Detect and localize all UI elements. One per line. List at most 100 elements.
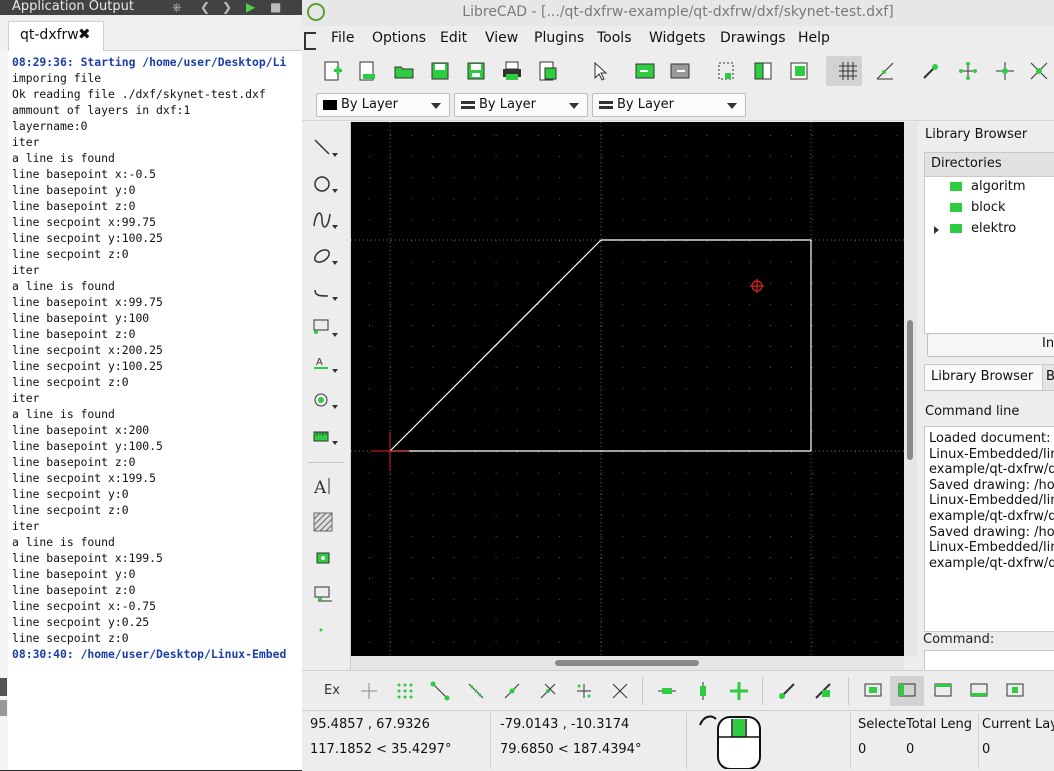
total-length: Total Leng 0	[906, 715, 972, 769]
restrict-horizontal-icon[interactable]	[656, 680, 678, 702]
print-icon[interactable]	[501, 60, 523, 82]
snap-middle-icon[interactable]	[537, 680, 559, 702]
snap-distance-icon[interactable]	[573, 680, 595, 702]
command-input[interactable]	[924, 650, 1054, 672]
dock-view-icon[interactable]	[862, 680, 884, 702]
snap-endpoint-icon[interactable]	[994, 60, 1016, 82]
point-tool-icon[interactable]	[312, 618, 338, 642]
tree-item-algoritm[interactable]: algoritm	[925, 177, 1054, 198]
new-from-template-icon[interactable]	[357, 60, 379, 82]
library-view-icon[interactable]	[968, 680, 990, 702]
output-line: line secpoint z:0	[12, 247, 129, 261]
insert-image-icon[interactable]	[312, 546, 338, 570]
select-pointer-icon[interactable]	[589, 60, 611, 82]
scrollbar-thumb[interactable]	[907, 320, 913, 460]
history-line: example/qt-dxfrw/d	[929, 462, 1054, 478]
collapse-marker[interactable]	[0, 678, 7, 696]
hatch-tool-icon[interactable]	[312, 510, 338, 534]
menu-help[interactable]: Help	[798, 30, 830, 46]
document-icon[interactable]	[304, 32, 316, 50]
paste-icon[interactable]	[788, 60, 810, 82]
menu-tools[interactable]: Tools	[597, 30, 632, 46]
insert-button[interactable]: In	[927, 333, 1054, 357]
menu-plugins[interactable]: Plugins	[534, 30, 584, 46]
menu-file[interactable]: File	[331, 30, 354, 46]
measure-tool-icon[interactable]	[312, 424, 338, 448]
select-tool-icon[interactable]	[312, 316, 338, 340]
expand-arrow-icon[interactable]	[934, 226, 939, 234]
lock-relative-zero-icon[interactable]	[812, 680, 834, 702]
attach-debugger-icon[interactable]: ⎈	[172, 0, 182, 15]
menu-drawings[interactable]: Drawings	[720, 30, 786, 46]
output-line: line secpoint y:0.25	[12, 615, 150, 629]
snap-intersection-icon[interactable]	[609, 680, 631, 702]
line-tool-icon[interactable]	[312, 136, 338, 160]
modify-tool-icon[interactable]	[312, 388, 338, 412]
cut-icon[interactable]	[715, 60, 737, 82]
dimension-tool-icon[interactable]: A	[312, 352, 338, 376]
snap-grid-icon[interactable]	[394, 680, 416, 702]
set-relative-zero-icon[interactable]	[776, 680, 798, 702]
tab-qt-dxfrw[interactable]: qt-dxfrw ✖	[8, 21, 104, 51]
block-view-icon[interactable]	[932, 680, 954, 702]
redo-icon[interactable]	[669, 60, 691, 82]
draft-icon[interactable]	[874, 60, 896, 82]
command-view-icon[interactable]	[1004, 680, 1026, 702]
linetype-combo[interactable]: By Layer	[592, 93, 746, 117]
drawing-canvas[interactable]	[351, 122, 904, 656]
snap-free-icon[interactable]	[920, 60, 942, 82]
scrollbar-thumb[interactable]	[555, 660, 699, 666]
circle-tool-icon[interactable]	[312, 172, 338, 196]
curve-tool-icon[interactable]	[312, 208, 338, 232]
output-line: line secpoint x:200.25	[12, 343, 163, 357]
output-line: ammount of layers in dxf:1	[12, 103, 191, 117]
command-line-title: Command line	[925, 404, 1020, 419]
output-line: iter	[12, 135, 40, 149]
menu-edit[interactable]: Edit	[440, 30, 467, 46]
open-folder-icon[interactable]	[393, 60, 415, 82]
undo-icon[interactable]	[634, 60, 656, 82]
save-icon[interactable]	[429, 60, 451, 82]
new-file-icon[interactable]	[322, 60, 344, 82]
horizontal-scrollbar[interactable]	[351, 656, 904, 670]
grid-icon[interactable]	[837, 60, 859, 82]
block-tool-icon[interactable]	[312, 582, 338, 606]
output-line: line secpoint z:0	[12, 375, 129, 389]
copy-icon[interactable]	[752, 60, 774, 82]
restrict-orthogonal-icon[interactable]	[728, 680, 750, 702]
snap-exclusive-button[interactable]: Ex	[324, 683, 340, 698]
snap-center-icon[interactable]	[501, 680, 523, 702]
current-layer: Current Laye 0	[982, 715, 1054, 769]
output-line: line basepoint y:100	[12, 311, 150, 325]
menu-options[interactable]: Options	[372, 30, 426, 46]
layer-view-icon[interactable]	[896, 680, 918, 702]
tab-block[interactable]: B	[1042, 364, 1054, 391]
ellipse-tool-icon[interactable]	[312, 244, 338, 268]
output-line: line secpoint x:99.75	[12, 215, 157, 229]
tree-item-block[interactable]: block	[925, 198, 1054, 219]
snap-endpoints-icon[interactable]	[429, 680, 451, 702]
run-icon[interactable]: ▶	[246, 0, 255, 14]
snap-grid-icon[interactable]	[957, 60, 979, 82]
save-all-icon[interactable]	[465, 60, 487, 82]
snap-free-icon[interactable]	[358, 680, 380, 702]
tree-item-elektro[interactable]: elektro	[925, 219, 1054, 240]
color-combo[interactable]: By Layer	[316, 93, 450, 117]
polyline-tool-icon[interactable]	[312, 280, 338, 304]
snap-on-entity-icon[interactable]	[465, 680, 487, 702]
history-line: Saved drawing: /ho	[929, 477, 1054, 493]
vertical-scrollbar[interactable]	[904, 122, 917, 656]
stop-icon[interactable]: ■	[270, 0, 281, 14]
print-preview-icon[interactable]	[537, 60, 559, 82]
restrict-vertical-icon[interactable]	[692, 680, 714, 702]
tab-library-browser[interactable]: Library Browser	[924, 364, 1043, 391]
menu-view[interactable]: View	[485, 30, 518, 46]
text-tool-icon[interactable]: A	[312, 474, 338, 498]
next-icon[interactable]: ❯	[222, 0, 232, 14]
snap-entity-icon[interactable]	[1028, 60, 1050, 82]
previous-icon[interactable]: ❮	[200, 0, 210, 14]
width-combo[interactable]: By Layer	[454, 93, 588, 117]
close-icon[interactable]: ✖	[78, 25, 91, 43]
menu-widgets[interactable]: Widgets	[649, 30, 706, 46]
collapse-marker[interactable]	[0, 700, 7, 716]
